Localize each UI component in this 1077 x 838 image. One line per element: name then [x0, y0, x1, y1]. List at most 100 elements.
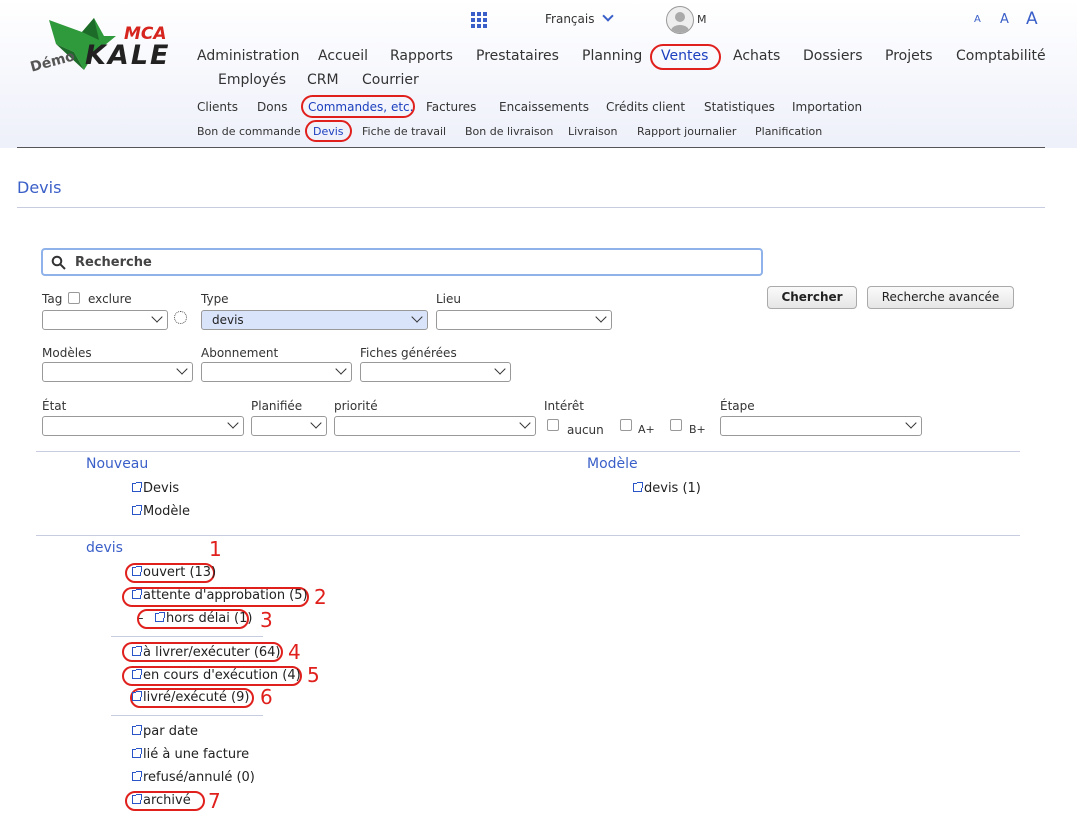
subnav2-bon-de-livraison[interactable]: Bon de livraison	[465, 125, 553, 138]
devis-attente-link[interactable]: attente d'approbation (5)	[132, 588, 308, 603]
b-plus-checkbox[interactable]	[670, 419, 682, 431]
subnav-encaissements[interactable]: Encaissements	[499, 100, 589, 114]
devis-a-livrer-link[interactable]: à livrer/exécuter (64)	[132, 645, 281, 660]
annotation-2: 2	[314, 585, 327, 609]
annotation-3: 3	[260, 608, 273, 632]
aucun-checkbox[interactable]	[547, 419, 559, 431]
devis-hors-delai-link[interactable]: hors délai (1)	[155, 611, 252, 626]
devis-lie-facture-link[interactable]: lié à une facture	[132, 747, 249, 762]
modeles-select[interactable]	[42, 362, 193, 382]
nav-crm[interactable]: CRM	[307, 72, 339, 88]
type-select[interactable]: devis	[201, 310, 428, 330]
nav-ventes[interactable]: Ventes	[661, 48, 708, 64]
subnav-statistiques[interactable]: Statistiques	[704, 100, 775, 114]
abonnement-select[interactable]	[201, 362, 352, 382]
subnav-importation[interactable]: Importation	[792, 100, 862, 114]
nav-planning[interactable]: Planning	[582, 48, 642, 64]
list-separator	[111, 636, 263, 637]
type-label: Type	[201, 292, 229, 306]
nav-rapports[interactable]: Rapports	[390, 48, 453, 64]
chevron-down-icon	[494, 363, 506, 375]
nav-accueil[interactable]: Accueil	[318, 48, 368, 64]
nouveau-title: Nouveau	[86, 456, 149, 472]
chevron-down-icon	[519, 417, 531, 429]
lieu-select[interactable]	[436, 310, 612, 330]
recherche-avancee-button[interactable]: Recherche avancée	[867, 286, 1014, 309]
devis-par-date-link[interactable]: par date	[132, 724, 198, 739]
apps-grid-icon[interactable]	[471, 12, 487, 28]
priorite-label: priorité	[334, 399, 378, 413]
chevron-down-icon	[227, 417, 239, 429]
nav-employes[interactable]: Employés	[218, 72, 286, 88]
nav-courrier[interactable]: Courrier	[362, 72, 419, 88]
interet-label: Intérêt	[544, 399, 584, 413]
chevron-down-icon	[151, 311, 163, 323]
priorite-select[interactable]	[334, 416, 536, 436]
subnav-dons[interactable]: Dons	[257, 100, 287, 114]
external-link-icon	[132, 505, 142, 515]
external-link-icon	[132, 794, 142, 804]
nouveau-devis-link[interactable]: Devis	[132, 481, 179, 496]
a-plus-checkbox[interactable]	[620, 419, 632, 431]
annotation-7: 7	[208, 789, 221, 813]
external-link-icon	[132, 566, 142, 576]
etat-select[interactable]	[42, 416, 244, 436]
font-size-large-button[interactable]: A	[1026, 9, 1038, 29]
section-divider	[36, 535, 1020, 536]
devis-refuse-link[interactable]: refusé/annulé (0)	[132, 770, 255, 785]
nav-administration[interactable]: Administration	[197, 48, 299, 64]
nav-comptabilite[interactable]: Comptabilité	[956, 48, 1046, 64]
subnav-commandes[interactable]: Commandes, etc.	[308, 100, 413, 114]
nav-prestataires[interactable]: Prestataires	[476, 48, 559, 64]
filters-divider	[36, 451, 1020, 452]
subnav2-bon-de-commande[interactable]: Bon de commande	[197, 125, 301, 138]
chercher-button[interactable]: Chercher	[767, 286, 857, 309]
list-separator	[111, 715, 263, 716]
etape-select[interactable]	[720, 416, 922, 436]
chevron-down-icon	[595, 311, 607, 323]
external-link-icon	[132, 589, 142, 599]
chevron-down-icon	[905, 417, 917, 429]
planifiee-select[interactable]	[251, 416, 327, 436]
nouveau-modele-link[interactable]: Modèle	[132, 504, 190, 519]
subnav2-planification[interactable]: Planification	[755, 125, 822, 138]
external-link-icon	[155, 612, 165, 622]
modele-title: Modèle	[587, 456, 638, 472]
nav-dossiers[interactable]: Dossiers	[803, 48, 863, 64]
search-box[interactable]: Recherche	[41, 248, 763, 276]
subnav-credits-client[interactable]: Crédits client	[606, 100, 685, 114]
subnav2-rapport-journalier[interactable]: Rapport journalier	[637, 125, 736, 138]
user-avatar[interactable]	[666, 6, 694, 34]
subnav2-livraison[interactable]: Livraison	[568, 125, 617, 138]
language-select[interactable]: Français	[545, 10, 614, 26]
devis-ouvert-link[interactable]: ouvert (13)	[132, 565, 216, 580]
font-size-medium-button[interactable]: A	[1000, 12, 1009, 27]
logo[interactable]: Démo MCA KALE	[29, 14, 185, 76]
exclure-checkbox[interactable]	[68, 292, 80, 304]
font-size-small-button[interactable]: A	[974, 14, 981, 25]
fiches-generees-select[interactable]	[360, 362, 511, 382]
tag-select[interactable]	[42, 310, 168, 330]
page-title: Devis	[17, 178, 62, 197]
subnav-factures[interactable]: Factures	[426, 100, 476, 114]
modele-devis-link[interactable]: devis (1)	[633, 481, 701, 496]
devis-archive-link[interactable]: archivé	[132, 793, 191, 808]
nav-projets[interactable]: Projets	[885, 48, 933, 64]
annotation-1: 1	[209, 537, 222, 561]
lieu-label: Lieu	[436, 292, 462, 306]
devis-livre-link[interactable]: livré/exécuté (9)	[132, 690, 249, 705]
title-divider	[17, 207, 1045, 208]
subnav2-devis[interactable]: Devis	[313, 125, 344, 138]
devis-en-cours-link[interactable]: en cours d'exécution (4)	[132, 668, 301, 683]
subnav-clients[interactable]: Clients	[197, 100, 238, 114]
annotation-5: 5	[307, 663, 320, 687]
chevron-down-icon	[602, 10, 614, 22]
subnav2-fiche-de-travail[interactable]: Fiche de travail	[362, 125, 446, 138]
chevron-down-icon	[176, 363, 188, 375]
search-input[interactable]: Recherche	[75, 255, 152, 270]
user-name: M	[697, 13, 707, 26]
nav-achats[interactable]: Achats	[733, 48, 780, 64]
external-link-icon	[132, 646, 142, 656]
exclure-label: exclure	[88, 292, 132, 306]
chevron-down-icon	[335, 363, 347, 375]
